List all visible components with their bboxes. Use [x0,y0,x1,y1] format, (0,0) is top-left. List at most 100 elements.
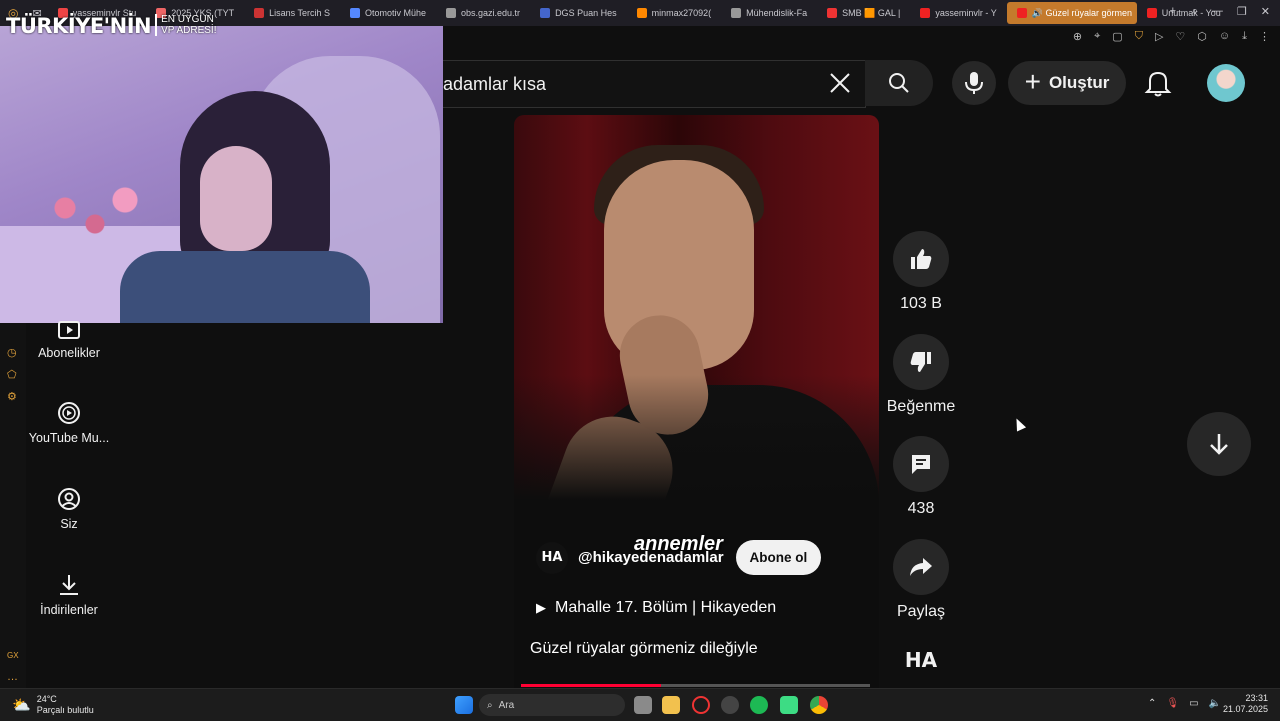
task-view-icon[interactable] [634,696,652,714]
zoom-icon[interactable]: ⊕ [1073,30,1082,43]
tab-favicon-icon [446,8,457,18]
taskbar-search[interactable]: ⌕ Ara [479,694,625,716]
tab-label: Lisans Tercih S [269,8,330,18]
chrome-icon[interactable] [810,696,828,714]
obs-icon[interactable] [721,696,739,714]
avatar[interactable] [1207,64,1245,102]
pin-icon[interactable]: ⌖ [1094,30,1100,43]
tab-label: Otomotiv Mühe [364,8,427,18]
sidebar-item-youtube-music[interactable]: YouTube Mu... [24,401,114,445]
channel-handle[interactable]: @hikayedenadamlar [578,549,724,566]
downloads-icon[interactable]: ⤓ [1242,30,1247,43]
sidebar-item-downloads[interactable]: İndirilenler [24,573,114,617]
dislike-label: Beğenme [886,398,956,415]
share-button[interactable]: Paylaş [881,539,961,621]
play-icon[interactable]: ▷ [1155,30,1163,43]
search-tabs-icon[interactable]: ⌕ [1192,5,1198,18]
notifications-button[interactable] [1144,68,1172,103]
short-video-player[interactable]: annemler HA @hikayedenadamlar Abone ol ▶… [514,115,879,688]
sidebar-item-you[interactable]: Siz [24,487,114,531]
cloud-sun-icon: ⛅ [12,697,31,714]
speaker-icon[interactable]: 🔈 [1209,698,1221,709]
browser-tab[interactable]: 🔊 Güzel rüyalar görmen [1006,2,1137,24]
tab-favicon-icon [1146,8,1157,18]
extensions-icon[interactable]: ⬡ [1197,30,1207,43]
playlist-link[interactable]: ▶ Mahalle 17. Bölüm | Hikayeden [536,599,776,617]
youtube-music-icon [58,402,80,424]
microphone-tray-icon[interactable]: 🎙 [1166,698,1179,709]
dislike-button[interactable]: Beğenme [881,334,961,416]
comment-count: 438 [907,500,935,517]
tab-favicon-icon [827,8,838,18]
tab-favicon-icon [731,8,742,18]
browser-tab[interactable]: Otomotiv Mühe [340,2,436,24]
audio-source-button[interactable]: HA [881,648,961,672]
close-window-icon[interactable]: ✕ [1261,5,1270,18]
browser-tab[interactable]: yasseminvlr - Y [910,2,1006,24]
create-label: Oluştur [1048,73,1110,92]
subscribe-button[interactable]: Abone ol [735,540,822,575]
restore-icon[interactable]: ❐ [1237,5,1247,18]
profile-icon[interactable]: ☺ [1219,30,1230,43]
settings-icon[interactable]: ⚙ [7,390,17,403]
next-video-button[interactable] [1187,412,1251,476]
sidebar-item-label: YouTube Mu... [28,431,110,445]
search-icon: ⌕ [487,699,493,711]
like-button[interactable]: 103 B [881,231,961,313]
like-count: 103 B [900,295,942,312]
search-button[interactable] [865,60,933,106]
browser-tab[interactable]: SMB 🟧 GAL | [817,2,910,24]
browser-tab[interactable]: obs.gazi.edu.tr [436,2,530,24]
create-button[interactable]: + Oluştur [1008,61,1126,105]
download-icon [60,575,78,595]
chevron-up-icon[interactable]: ⌃ [1148,698,1156,709]
browser-tab[interactable]: minmax27092( [627,2,722,24]
plus-icon: + [1024,65,1041,97]
browser-tab[interactable]: DGS Puan Hes [530,2,627,24]
tab-label: yasseminvlr - Y [935,8,997,18]
weather-widget[interactable]: ⛅ 24°C Parçalı bulutlu [12,694,94,716]
stream-logo-sub1: EN UYGUN [161,14,214,25]
search-input[interactable]: adamlar kısa [443,60,866,108]
tab-favicon-icon [636,8,647,18]
voice-search-button[interactable] [952,61,996,105]
file-explorer-icon[interactable] [662,696,680,714]
android-icon[interactable] [780,696,798,714]
subscriptions-icon [58,321,80,339]
thumbs-down-icon [910,352,931,372]
clear-search-icon[interactable] [828,71,852,102]
stream-logo-sub2: VP ADRESİ! [161,25,217,36]
tab-favicon-icon [540,8,551,18]
channel-avatar[interactable]: HA [536,541,568,574]
sidebar-item-subscriptions[interactable]: Abonelikler [24,318,114,360]
search-query[interactable]: adamlar kısa [443,74,546,95]
video-progress-fill [521,684,661,687]
snapshot-icon[interactable]: ▢ [1112,30,1122,43]
minimize-icon[interactable]: — [1212,5,1223,18]
video-progress-bar[interactable] [521,684,870,687]
menu-icon[interactable]: ⋮ [1259,30,1270,43]
shield-icon[interactable]: ⛉ [1135,30,1143,43]
spotify-icon[interactable] [750,696,768,714]
video-description[interactable]: Güzel rüyalar görmeniz dileğiyle [530,640,758,658]
browser-tab[interactable]: Lisans Tercih S [244,2,340,24]
weather-temperature: 24°C [36,694,57,704]
tab-favicon-icon [254,8,265,18]
extensions-side-icon[interactable]: ⬠ [7,368,17,381]
network-icon[interactable]: ▭ [1189,698,1198,709]
history-icon[interactable]: ◷ [7,346,17,359]
tab-label: DGS Puan Hes [555,8,617,18]
gx-icon[interactable]: GX [7,651,19,660]
comments-button[interactable]: 438 [881,436,961,518]
account-icon [58,488,80,510]
tab-label: Mühendislik-Fa [746,8,808,18]
weather-condition: Parçalı bulutlu [36,705,94,715]
more-icon[interactable]: … [7,671,18,683]
opera-gx-icon[interactable] [692,696,710,714]
heart-icon[interactable]: ♡ [1175,30,1185,43]
tab-label: SMB 🟧 GAL | [842,7,901,18]
clock[interactable]: 23:31 21.07.2025 [1223,693,1268,715]
new-tab-icon[interactable]: + [1170,5,1176,17]
start-button[interactable] [455,696,473,714]
browser-tab[interactable]: Mühendislik-Fa [721,2,817,24]
